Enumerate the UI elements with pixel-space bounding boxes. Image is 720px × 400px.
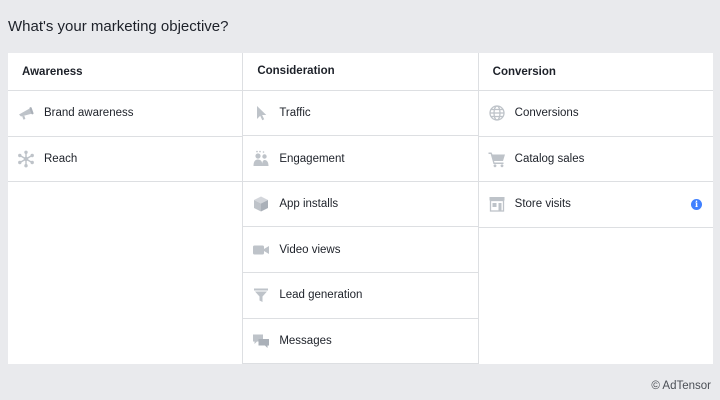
objective-messages[interactable]: Messages <box>243 319 478 365</box>
objective-brand-awareness[interactable]: Brand awareness <box>8 91 243 137</box>
objective-label: Traffic <box>279 107 311 120</box>
reach-icon <box>17 150 35 168</box>
column-consideration: Consideration Traffic Engagement App ins… <box>243 53 479 365</box>
objective-traffic[interactable]: Traffic <box>243 91 478 137</box>
objective-reach[interactable]: Reach <box>8 137 243 183</box>
objective-label: Engagement <box>279 152 345 165</box>
cursor-icon <box>252 104 270 122</box>
page-title: What's your marketing objective? <box>8 18 229 35</box>
column-header-consideration: Consideration <box>243 53 478 91</box>
funnel-icon <box>252 286 270 304</box>
objective-label: Messages <box>279 334 332 347</box>
objective-conversions[interactable]: Conversions <box>478 91 713 137</box>
objective-label: Store visits <box>514 198 571 211</box>
globe-icon <box>488 104 506 122</box>
objective-panel: Awareness Brand awareness Reach Consider… <box>8 53 713 365</box>
box-icon <box>252 195 270 213</box>
column-header-awareness: Awareness <box>8 53 243 91</box>
megaphone-icon <box>17 104 35 122</box>
people-icon <box>252 150 270 168</box>
shopping-cart-icon <box>488 150 506 168</box>
objective-label: Conversions <box>514 107 579 120</box>
store-icon <box>488 195 506 213</box>
column-header-conversion: Conversion <box>478 53 713 91</box>
objective-catalog-sales[interactable]: Catalog sales <box>478 137 713 183</box>
objective-label: Brand awareness <box>44 107 134 120</box>
video-camera-icon <box>252 241 270 259</box>
objective-video-views[interactable]: Video views <box>243 227 478 273</box>
objective-engagement[interactable]: Engagement <box>243 136 478 182</box>
chat-bubbles-icon <box>252 332 270 350</box>
objective-label: Video views <box>279 243 341 256</box>
objective-label: Lead generation <box>279 289 363 302</box>
objective-label: Reach <box>44 152 78 165</box>
copyright-watermark: © AdTensor <box>651 380 711 392</box>
column-conversion: Conversion Conversions Catalog sales Sto… <box>478 53 713 364</box>
objective-store-visits[interactable]: Store visits i <box>478 182 713 228</box>
objective-label: Catalog sales <box>514 152 585 165</box>
info-icon[interactable]: i <box>690 198 702 210</box>
column-awareness: Awareness Brand awareness Reach <box>8 53 244 364</box>
objective-app-installs[interactable]: App installs <box>243 182 478 228</box>
objective-label: App installs <box>279 198 339 211</box>
objective-lead-generation[interactable]: Lead generation <box>243 273 478 319</box>
